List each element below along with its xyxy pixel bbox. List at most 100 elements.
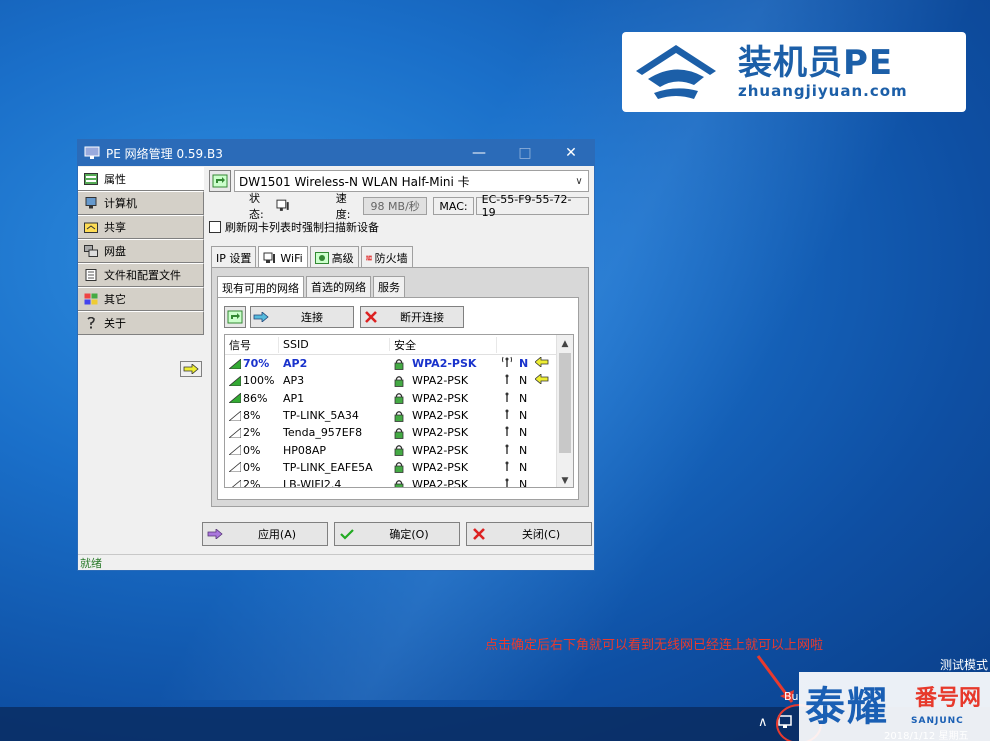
active-cell bbox=[532, 374, 552, 387]
signal-value: 0% bbox=[243, 443, 261, 457]
ok-button[interactable]: 确定(O) bbox=[334, 522, 460, 546]
apply-button[interactable]: 应用(A) bbox=[202, 522, 328, 546]
expand-nav-button[interactable] bbox=[180, 361, 202, 377]
signal-cell: 100% bbox=[225, 374, 279, 387]
tab-available-networks[interactable]: 现有可用的网络 bbox=[217, 276, 304, 298]
table-row[interactable]: 0% HP08AP WPA2-PSK N bbox=[225, 441, 573, 458]
nav-label: 其它 bbox=[104, 293, 126, 306]
tab-label: 现有可用的网络 bbox=[222, 281, 299, 295]
left-nav: 属性 计算机 共享 网盘 文件和配置文件 其它 关于 bbox=[78, 167, 204, 553]
close-button[interactable]: 关闭(C) bbox=[466, 522, 592, 546]
scroll-down-icon[interactable]: ▼ bbox=[557, 472, 573, 487]
window-title: PE 网络管理 0.59.B3 bbox=[106, 146, 223, 161]
lock-icon bbox=[394, 410, 404, 422]
minimize-button[interactable]: — bbox=[456, 140, 502, 166]
tab-services[interactable]: 服务 bbox=[373, 276, 405, 297]
nav-item-computer[interactable]: 计算机 bbox=[78, 191, 204, 215]
signal-cell: 86% bbox=[225, 392, 279, 405]
network-drive-icon bbox=[84, 245, 98, 257]
antenna-cell bbox=[497, 391, 517, 406]
scan-networks-button[interactable] bbox=[224, 306, 246, 328]
signal-strength-icon bbox=[231, 479, 241, 487]
signal-strength-icon bbox=[229, 358, 241, 369]
table-row[interactable]: 100% AP3 WPA2-PSK N bbox=[225, 372, 573, 389]
nav-label: 属性 bbox=[104, 173, 126, 186]
status-row: 状态: 速度: 98 MB/秒 MAC: EC-55-F9-55-72-19 bbox=[209, 192, 590, 221]
tab-label: WiFi bbox=[280, 251, 303, 265]
lock-icon bbox=[394, 479, 404, 487]
list-scrollbar[interactable]: ▲ ▼ bbox=[556, 335, 573, 487]
close-window-button[interactable]: ✕ bbox=[548, 140, 594, 166]
scroll-up-icon[interactable]: ▲ bbox=[557, 335, 573, 352]
ssid-cell: LB-WIFI2.4 bbox=[283, 478, 342, 488]
table-row[interactable]: 2% Tenda_957EF8 WPA2-PSK N bbox=[225, 424, 573, 441]
security-value: WPA2-PSK bbox=[412, 478, 469, 488]
tab-firewall[interactable]: 防火墙 bbox=[360, 246, 413, 268]
signal-value: 70% bbox=[243, 357, 270, 371]
security-value: WPA2-PSK bbox=[412, 426, 469, 440]
tab-advanced[interactable]: 高级 bbox=[309, 246, 359, 268]
state-label: 状态: bbox=[249, 192, 264, 221]
antenna-cell bbox=[497, 356, 517, 371]
ssid-cell: TP-LINK_EAFE5A bbox=[283, 460, 373, 474]
antenna-icon bbox=[505, 392, 509, 402]
antenna-icon bbox=[505, 461, 509, 471]
other-icon bbox=[84, 293, 98, 305]
nav-item-files-config[interactable]: 文件和配置文件 bbox=[78, 263, 204, 287]
refresh-adapters-button[interactable] bbox=[209, 170, 231, 192]
signal-value: 2% bbox=[243, 478, 261, 488]
wired-status-icon bbox=[276, 199, 289, 211]
nav-item-properties[interactable]: 属性 bbox=[78, 167, 204, 191]
refresh-icon bbox=[227, 310, 243, 324]
disconnect-button[interactable]: 断开连接 bbox=[360, 306, 464, 328]
tray-expand-icon[interactable]: ∧ bbox=[758, 715, 768, 730]
force-scan-checkbox[interactable] bbox=[209, 221, 221, 233]
status-text: 就绪 bbox=[80, 556, 102, 570]
tab-label: IP 设置 bbox=[216, 251, 252, 265]
antenna-cell bbox=[497, 425, 517, 440]
mode-cell: N bbox=[519, 391, 528, 405]
signal-value: 8% bbox=[243, 409, 261, 423]
nav-item-netdisk[interactable]: 网盘 bbox=[78, 239, 204, 263]
table-row[interactable]: 86% AP1 WPA2-PSK N bbox=[225, 390, 573, 407]
signal-value: 2% bbox=[243, 426, 261, 440]
table-row[interactable]: 8% TP-LINK_5A34 WPA2-PSK N bbox=[225, 407, 573, 424]
nav-label: 共享 bbox=[104, 221, 126, 234]
signal-strength-icon bbox=[229, 410, 241, 421]
nav-item-about[interactable]: 关于 bbox=[78, 311, 204, 335]
table-row[interactable]: 0% TP-LINK_EAFE5A WPA2-PSK N bbox=[225, 459, 573, 476]
signal-strength-icon bbox=[229, 427, 241, 438]
tab-ip-settings[interactable]: IP 设置 bbox=[211, 246, 257, 268]
wifi-computer-icon bbox=[263, 252, 276, 263]
scroll-thumb[interactable] bbox=[559, 353, 571, 453]
refresh-icon bbox=[212, 174, 228, 188]
test-mode-label: 测试模式 bbox=[940, 658, 989, 672]
security-cell: WPA2-PSK bbox=[390, 461, 497, 474]
lock-icon bbox=[394, 376, 404, 387]
tab-preferred-networks[interactable]: 首选的网络 bbox=[306, 276, 371, 297]
security-value: WPA2-PSK bbox=[412, 391, 469, 405]
security-cell: WPA2-PSK bbox=[390, 426, 497, 439]
adapter-select-value: DW1501 Wireless-N WLAN Half-Mini 卡 bbox=[239, 174, 470, 189]
table-row[interactable]: 70% AP2 WPA2-PSK N bbox=[225, 355, 573, 372]
about-icon bbox=[87, 317, 95, 329]
signal-value: 100% bbox=[243, 374, 275, 388]
header-signal[interactable]: 信号 bbox=[225, 336, 279, 353]
adapter-select[interactable]: DW1501 Wireless-N WLAN Half-Mini 卡 ∨ bbox=[234, 170, 589, 192]
header-ssid[interactable]: SSID bbox=[279, 338, 390, 351]
refresh-option[interactable]: 刷新网卡列表时强制扫描新设备 bbox=[209, 219, 379, 235]
nav-item-other[interactable]: 其它 bbox=[78, 287, 204, 311]
tab-wifi[interactable]: WiFi bbox=[258, 246, 308, 269]
table-row[interactable]: 2% LB-WIFI2.4 WPA2-PSK N bbox=[225, 476, 573, 488]
logo-emblem-icon bbox=[636, 45, 716, 99]
security-cell: WPA2-PSK bbox=[390, 409, 497, 422]
nav-label: 计算机 bbox=[104, 197, 137, 210]
maximize-button[interactable]: □ bbox=[502, 140, 548, 166]
tutorial-annotation: 点击确定后右下角就可以看到无线网已经连上就可以上网啦 bbox=[485, 638, 824, 653]
nav-item-share[interactable]: 共享 bbox=[78, 215, 204, 239]
title-bar[interactable]: PE 网络管理 0.59.B3 — □ ✕ bbox=[78, 140, 594, 166]
header-security[interactable]: 安全 bbox=[390, 336, 497, 353]
disconnect-label: 断开连接 bbox=[400, 311, 444, 324]
connect-button[interactable]: 连接 bbox=[250, 306, 354, 328]
nav-label: 关于 bbox=[104, 317, 126, 330]
